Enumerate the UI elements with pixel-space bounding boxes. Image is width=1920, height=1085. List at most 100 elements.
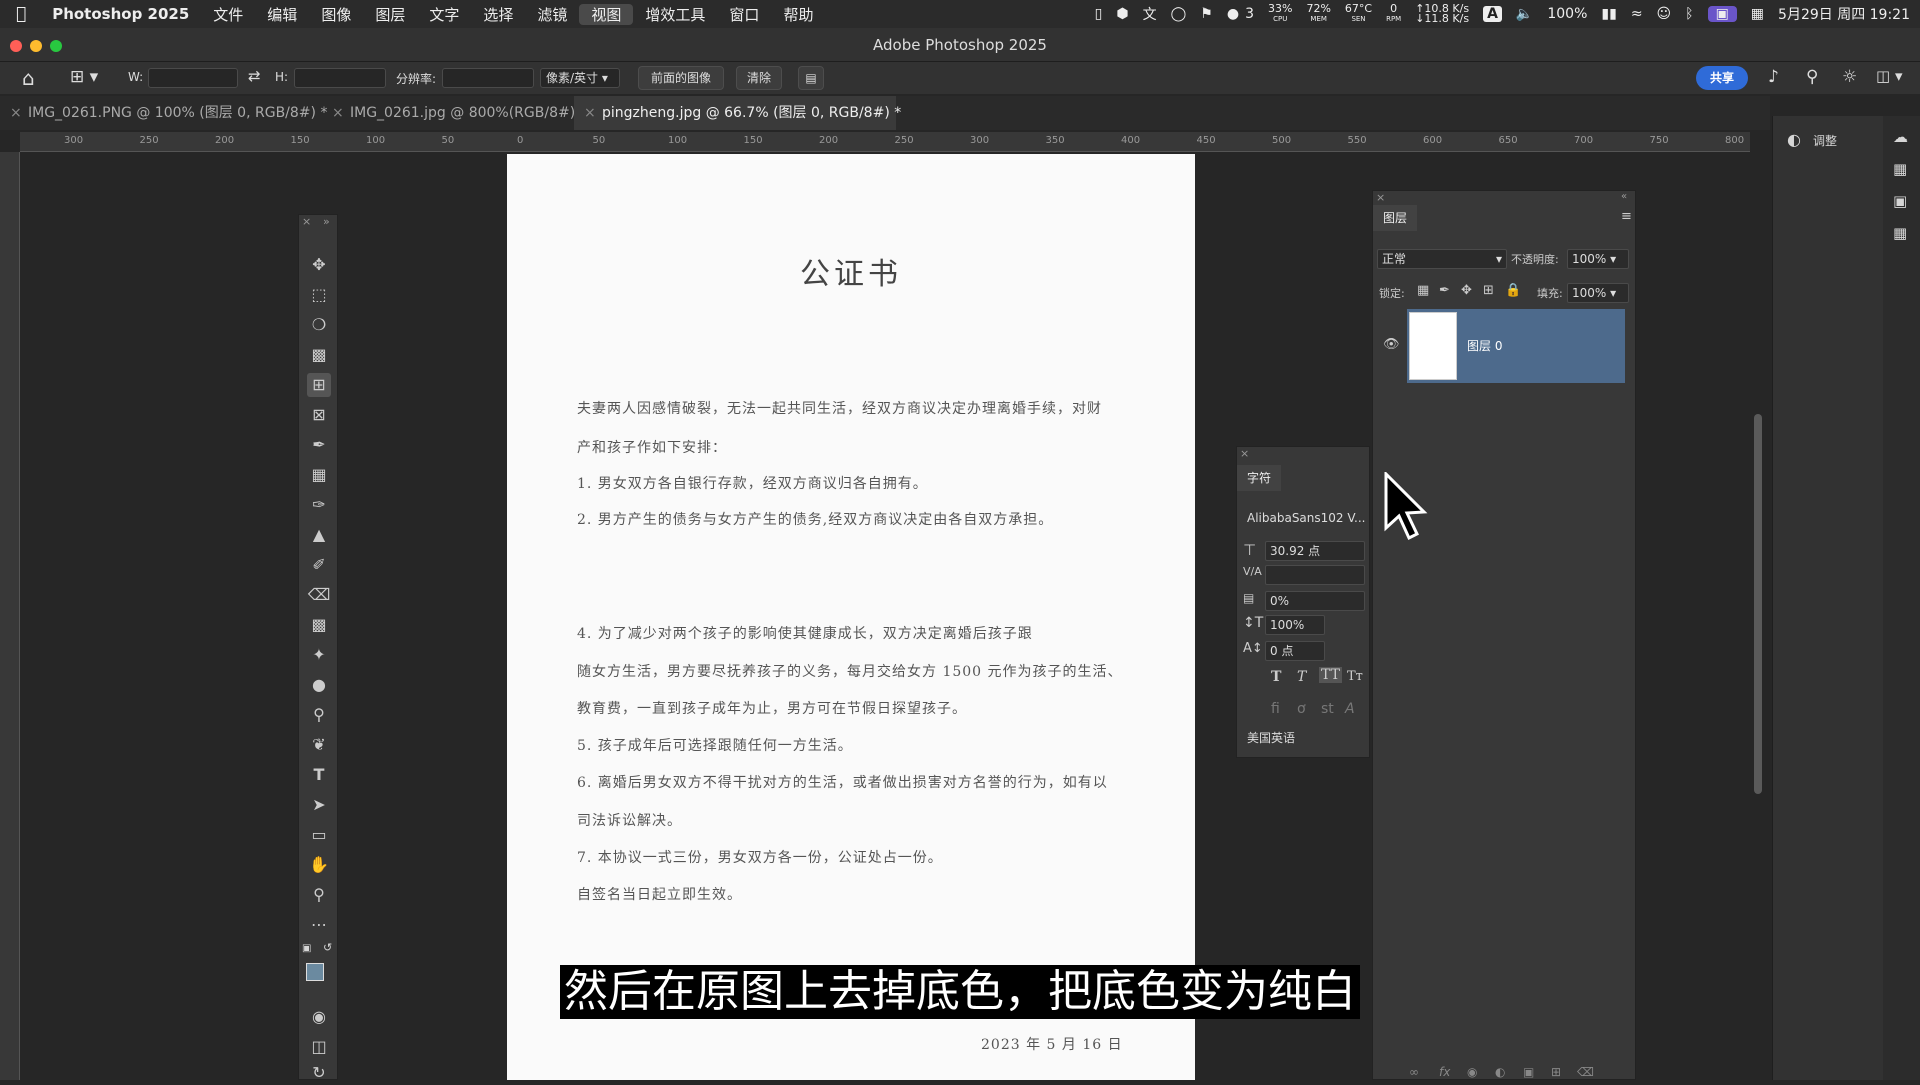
bluetooth-icon[interactable]: ᛒ bbox=[1685, 6, 1693, 22]
adjustments-icon[interactable]: ◐ bbox=[1787, 130, 1801, 149]
chat-icon[interactable]: ◯ bbox=[1171, 6, 1187, 22]
box-icon[interactable]: ⬢ bbox=[1116, 6, 1128, 22]
height-field[interactable] bbox=[294, 68, 386, 88]
lock-transparent-icon[interactable]: ▦ bbox=[1417, 283, 1429, 298]
tracking-field[interactable]: 0% bbox=[1265, 591, 1365, 611]
menu-edit[interactable]: 编辑 bbox=[255, 4, 309, 25]
panel-menu-icon[interactable]: ≡ bbox=[1621, 209, 1632, 224]
edit-toolbar-icon[interactable]: ↻ bbox=[307, 1061, 331, 1085]
blend-mode-select[interactable]: 正常 ▾ bbox=[1377, 249, 1507, 269]
control-center-icon[interactable]: ▦ bbox=[1751, 6, 1764, 22]
rpm-stat[interactable]: 0 RPM bbox=[1386, 3, 1401, 24]
close-tab-icon[interactable]: × bbox=[584, 96, 596, 130]
net-stat[interactable]: ↑10.8 K/s ↓11.8 K/s bbox=[1415, 3, 1469, 24]
crop-tool-icon[interactable]: ⊞ bbox=[307, 373, 331, 397]
user-icon[interactable]: ☺ bbox=[1657, 6, 1672, 22]
clock[interactable]: 5月29日 周四 19:21 bbox=[1778, 4, 1910, 24]
tab-img0261-png[interactable]: × IMG_0261.PNG @ 100% (图层 0, RGB/8#) * bbox=[0, 96, 330, 130]
layer-name[interactable]: 图层 0 bbox=[1467, 337, 1502, 354]
stylistic-icon[interactable]: A bbox=[1345, 701, 1355, 717]
app-menu[interactable]: Photoshop 2025 bbox=[40, 5, 201, 23]
layer-thumbnail[interactable] bbox=[1409, 312, 1457, 380]
link-layers-icon[interactable]: ∞ bbox=[1409, 1065, 1419, 1079]
menu-file[interactable]: 文件 bbox=[201, 4, 255, 25]
stamp-tool-icon[interactable]: ▲ bbox=[307, 523, 331, 547]
straighten-icon[interactable]: ▤ bbox=[798, 66, 824, 90]
hand-tool-icon[interactable]: ✋ bbox=[307, 853, 331, 877]
collapse-panel-icon[interactable]: » bbox=[323, 215, 330, 228]
lasso-tool-icon[interactable]: ❍ bbox=[307, 313, 331, 337]
old-style-icon[interactable]: ơ bbox=[1297, 701, 1306, 717]
marquee-tool-icon[interactable]: ⬚ bbox=[307, 283, 331, 307]
wifi-icon[interactable]: ≈ bbox=[1631, 6, 1643, 22]
apple-icon[interactable]:  bbox=[0, 4, 40, 24]
cpu-stat[interactable]: 33% CPU bbox=[1268, 3, 1292, 24]
menu-plugins[interactable]: 增效工具 bbox=[633, 4, 717, 25]
crop-tool-preset-icon[interactable]: ⊞ ▾ bbox=[70, 67, 98, 87]
kerning-field[interactable] bbox=[1265, 565, 1365, 585]
bookmark-icon[interactable]: ⚑ bbox=[1200, 6, 1213, 22]
adjustment-layer-icon[interactable]: ◐ bbox=[1495, 1065, 1505, 1079]
screen-mode-icon[interactable]: ◫ bbox=[307, 1035, 331, 1059]
rectangle-tool-icon[interactable]: ▭ bbox=[307, 823, 331, 847]
layer-style-icon[interactable]: fx bbox=[1439, 1065, 1450, 1079]
tab-img0261-jpg[interactable]: × IMG_0261.jpg @ 800%(RGB/8#) bbox=[322, 96, 575, 130]
eyedropper-tool-icon[interactable]: ✒ bbox=[307, 433, 331, 457]
type-tool-icon[interactable]: T bbox=[307, 763, 331, 787]
volume-icon[interactable]: 🔈 bbox=[1516, 6, 1533, 22]
menu-select[interactable]: 选择 bbox=[471, 4, 525, 25]
quick-mask-icon[interactable]: ◉ bbox=[307, 1005, 331, 1029]
battery-icon[interactable]: ▮▮ bbox=[1601, 6, 1616, 22]
bell-icon[interactable]: ♪ bbox=[1768, 67, 1779, 87]
share-button[interactable]: 共享 bbox=[1696, 66, 1748, 90]
width-field[interactable] bbox=[148, 68, 238, 88]
foreground-color-swatch[interactable] bbox=[306, 963, 324, 981]
healing-brush-tool-icon[interactable]: ▦ bbox=[307, 463, 331, 487]
vertical-ruler[interactable] bbox=[0, 152, 20, 1080]
screen-mirror-icon[interactable]: ▣ bbox=[1707, 6, 1737, 22]
temp-stat[interactable]: 67°C SEN bbox=[1345, 3, 1372, 24]
unit-select[interactable]: 像素/英寸 ▾ bbox=[540, 68, 620, 88]
libraries-icon[interactable]: ▣ bbox=[1893, 192, 1907, 210]
group-icon[interactable]: ▣ bbox=[1523, 1065, 1534, 1079]
delete-layer-icon[interactable]: ⌫ bbox=[1577, 1065, 1594, 1079]
move-tool-icon[interactable]: ✥ bbox=[307, 253, 331, 277]
translate-icon[interactable]: 文 bbox=[1143, 4, 1157, 24]
swash-icon[interactable]: st bbox=[1321, 701, 1334, 717]
tab-character[interactable]: 字符 bbox=[1237, 465, 1282, 491]
path-select-tool-icon[interactable]: ➤ bbox=[307, 793, 331, 817]
swap-colors-icon[interactable]: ↺ bbox=[323, 941, 332, 954]
faux-bold-icon[interactable]: T bbox=[1271, 669, 1281, 685]
language-field[interactable]: 美国英语 bbox=[1243, 729, 1369, 749]
lock-position-icon[interactable]: ✥ bbox=[1461, 283, 1472, 298]
menu-view[interactable]: 视图 bbox=[579, 3, 634, 25]
layer-row[interactable]: 图层 0 bbox=[1407, 309, 1625, 383]
menu-type[interactable]: 文字 bbox=[417, 4, 471, 25]
font-size-field[interactable]: 30.92 点 bbox=[1265, 541, 1365, 561]
workspace-icon[interactable]: ◫ ▾ bbox=[1876, 67, 1902, 85]
adjustments-label[interactable]: 调整 bbox=[1813, 132, 1837, 149]
gradient-tool-icon[interactable]: ▩ bbox=[307, 613, 331, 637]
eraser-tool-icon[interactable]: ⌫ bbox=[307, 583, 331, 607]
more-tools-icon[interactable]: ⋯ bbox=[307, 913, 331, 937]
lock-pixels-icon[interactable]: ✒ bbox=[1439, 283, 1450, 298]
font-family-field[interactable]: AlibabaSans102 V... bbox=[1243, 509, 1369, 529]
brightness-icon[interactable]: ☼ bbox=[1842, 67, 1857, 87]
menu-window[interactable]: 窗口 bbox=[717, 4, 771, 25]
menu-layer[interactable]: 图层 bbox=[363, 4, 417, 25]
horizontal-ruler[interactable]: 300 250 200 150 100 50 0 50 100 150 200 250 300 350 40… bbox=[20, 132, 1750, 152]
phone-icon[interactable]: ▯ bbox=[1095, 6, 1103, 22]
document-page[interactable]: 公证书 夫妻两人因感情破裂，无法一起共同生活，经双方商议决定办理离婚手续，对财 … bbox=[507, 154, 1195, 1080]
input-method-icon[interactable]: A bbox=[1483, 6, 1502, 22]
faux-italic-icon[interactable]: T bbox=[1297, 669, 1306, 685]
swap-icon[interactable]: ⇄ bbox=[248, 67, 261, 85]
default-colors-icon[interactable]: ▣ bbox=[302, 943, 311, 954]
clear-button[interactable]: 清除 bbox=[736, 66, 782, 90]
close-tab-icon[interactable]: × bbox=[10, 96, 22, 130]
close-panel-icon[interactable]: × bbox=[1240, 447, 1249, 460]
new-layer-icon[interactable]: ⊞ bbox=[1551, 1065, 1561, 1079]
zoom-tool-icon[interactable]: ⚲ bbox=[307, 883, 331, 907]
lock-artboard-icon[interactable]: ⊞ bbox=[1483, 283, 1494, 298]
fill-field[interactable]: 100% ▾ bbox=[1567, 283, 1629, 303]
lock-all-icon[interactable]: 🔒 bbox=[1505, 283, 1521, 298]
